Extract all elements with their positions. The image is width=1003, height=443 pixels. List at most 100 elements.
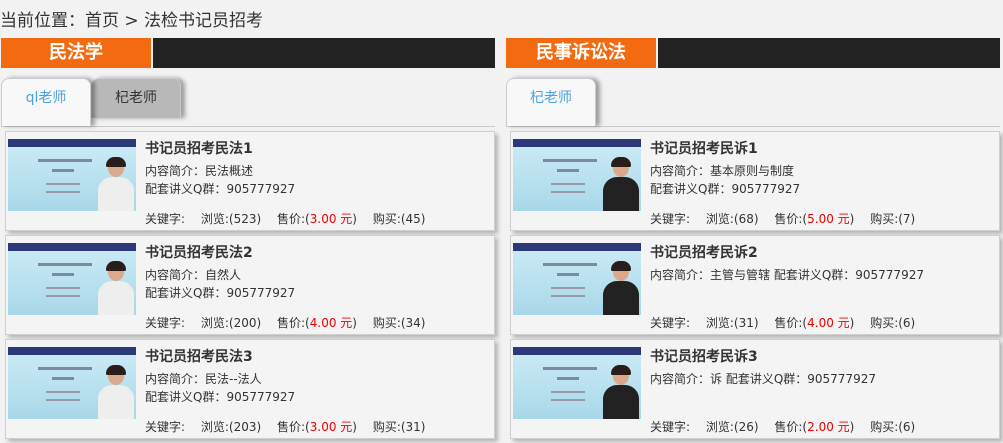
price-value: 4.00 元 (807, 316, 850, 330)
course-title[interactable]: 书记员招考民诉1 (650, 138, 758, 158)
course-qq-group: 配套讲义Q群：905777927 (145, 390, 296, 404)
course-thumbnail[interactable] (8, 243, 136, 315)
section-header-bar (658, 38, 1000, 68)
price-info: 售价:(5.00 元) (774, 212, 854, 226)
price-label: 售价:( (774, 316, 808, 330)
price-value: 4.00 元 (309, 316, 353, 330)
course-intro: 内容简介：自然人 (145, 268, 242, 282)
course-list: 书记员招考民诉1 内容简介：基本原则与制度 配套讲义Q群：905777927 关… (506, 126, 1000, 439)
price-end: ) (352, 316, 357, 330)
purchase-count: 购买:(31) (372, 420, 426, 434)
purchase-count: 购买:(45) (372, 212, 426, 226)
course-meta: 关键字: 浏览:(31) 售价:(4.00 元) 购买:(6) (650, 314, 927, 331)
course-description: 内容简介：民法--法人 配套讲义Q群：905777927 (145, 370, 295, 406)
course-thumbnail[interactable] (513, 243, 641, 315)
price-value: 3.00 元 (309, 212, 353, 226)
keyword-label: 关键字: (145, 316, 186, 330)
section-civil-law: 民法学 ql老师 杞老师 书记员招考民法1 内容简介：民法概述 配套讲义Q群：90… (1, 38, 495, 443)
teacher-photo (96, 261, 136, 315)
view-count: 浏览:(31) (705, 316, 759, 330)
list-item[interactable]: 书记员招考民诉2 内容简介：主管与管辖 配套讲义Q群：905777927 关键字… (510, 235, 1000, 335)
course-thumbnail[interactable] (8, 139, 136, 211)
keyword-label: 关键字: (145, 420, 186, 434)
keyword-label: 关键字: (650, 316, 691, 330)
purchase-count: 购买:(6) (870, 420, 916, 434)
tab-teacher[interactable]: ql老师 (1, 78, 91, 126)
price-value: 2.00 元 (807, 420, 850, 434)
list-item[interactable]: 书记员招考民法2 内容简介：自然人 配套讲义Q群：905777927 关键字: … (5, 235, 495, 335)
price-end: ) (849, 420, 855, 434)
course-thumbnail[interactable] (513, 139, 641, 211)
course-meta: 关键字: 浏览:(26) 售价:(2.00 元) 购买:(6) (650, 418, 927, 435)
course-qq-group: 配套讲义Q群：905777927 (650, 182, 801, 196)
section-header: 民法学 (1, 38, 495, 68)
list-item[interactable]: 书记员招考民诉1 内容简介：基本原则与制度 配套讲义Q群：905777927 关… (510, 131, 1000, 231)
price-end: ) (849, 316, 855, 330)
keyword-label: 关键字: (650, 212, 691, 226)
course-description: 内容简介：民法概述 配套讲义Q群：905777927 (145, 162, 295, 198)
course-intro: 内容简介：民法概述 (145, 164, 254, 178)
section-header: 民事诉讼法 (506, 38, 1000, 68)
price-label: 售价:( (277, 212, 310, 226)
course-title[interactable]: 书记员招考民诉3 (650, 346, 758, 366)
course-title[interactable]: 书记员招考民诉2 (650, 242, 758, 262)
course-qq-group: 配套讲义Q群：905777927 (145, 286, 296, 300)
section-title: 民事诉讼法 (506, 38, 656, 68)
purchase-count: 购买:(7) (870, 212, 916, 226)
course-meta: 关键字: 浏览:(523) 售价:(3.00 元) 购买:(45) (145, 210, 438, 227)
teacher-photo (96, 157, 136, 211)
course-title[interactable]: 书记员招考民法1 (145, 138, 253, 158)
teacher-photo (601, 261, 641, 315)
course-meta: 关键字: 浏览:(200) 售价:(4.00 元) 购买:(34) (145, 314, 438, 331)
course-meta: 关键字: 浏览:(203) 售价:(3.00 元) 购买:(31) (145, 418, 438, 435)
price-label: 售价:( (277, 316, 310, 330)
tab-teacher[interactable]: 杞老师 (91, 78, 181, 118)
tab-teacher[interactable]: 杞老师 (506, 78, 596, 126)
course-thumbnail[interactable] (8, 347, 136, 419)
price-end: ) (352, 212, 357, 226)
price-label: 售价:( (774, 212, 808, 226)
price-info: 售价:(3.00 元) (277, 420, 357, 434)
teacher-photo (601, 157, 641, 211)
teacher-photo (96, 365, 136, 419)
course-thumbnail[interactable] (513, 347, 641, 419)
price-label: 售价:( (774, 420, 808, 434)
price-label: 售价:( (277, 420, 310, 434)
view-count: 浏览:(26) (705, 420, 759, 434)
list-item[interactable]: 书记员招考民法1 内容简介：民法概述 配套讲义Q群：905777927 关键字:… (5, 131, 495, 231)
course-description: 内容简介：基本原则与制度 配套讲义Q群：905777927 (650, 162, 800, 198)
course-title[interactable]: 书记员招考民法3 (145, 346, 253, 366)
course-description: 内容简介：诉 配套讲义Q群：905777927 (650, 370, 876, 388)
course-description: 内容简介：自然人 配套讲义Q群：905777927 (145, 266, 295, 302)
course-list: 书记员招考民法1 内容简介：民法概述 配套讲义Q群：905777927 关键字:… (1, 126, 495, 439)
view-count: 浏览:(68) (705, 212, 759, 226)
price-info: 售价:(2.00 元) (774, 420, 854, 434)
section-title: 民法学 (1, 38, 151, 68)
teacher-tabs: 杞老师 (506, 78, 1000, 126)
price-end: ) (352, 420, 357, 434)
view-count: 浏览:(200) (200, 316, 262, 330)
price-value: 3.00 元 (309, 420, 353, 434)
course-title[interactable]: 书记员招考民法2 (145, 242, 253, 262)
course-intro: 内容简介：诉 配套讲义Q群：905777927 (650, 372, 876, 386)
view-count: 浏览:(523) (200, 212, 262, 226)
section-civil-procedure: 民事诉讼法 杞老师 书记员招考民诉1 内容简介：基本原则与制度 配套讲义Q群：9… (506, 38, 1000, 443)
teacher-photo (601, 365, 641, 419)
course-meta: 关键字: 浏览:(68) 售价:(5.00 元) 购买:(7) (650, 210, 927, 227)
section-header-bar (153, 38, 495, 68)
view-count: 浏览:(203) (200, 420, 262, 434)
keyword-label: 关键字: (650, 420, 691, 434)
teacher-tabs: ql老师 杞老师 (1, 78, 495, 126)
course-intro: 内容简介：主管与管辖 配套讲义Q群：905777927 (650, 268, 924, 282)
course-intro: 内容简介：民法--法人 (145, 372, 262, 386)
price-info: 售价:(4.00 元) (277, 316, 357, 330)
course-qq-group: 配套讲义Q群：905777927 (145, 182, 296, 196)
price-info: 售价:(4.00 元) (774, 316, 854, 330)
price-info: 售价:(3.00 元) (277, 212, 357, 226)
purchase-count: 购买:(6) (870, 316, 916, 330)
purchase-count: 购买:(34) (372, 316, 426, 330)
list-item[interactable]: 书记员招考民诉3 内容简介：诉 配套讲义Q群：905777927 关键字: 浏览… (510, 339, 1000, 439)
list-item[interactable]: 书记员招考民法3 内容简介：民法--法人 配套讲义Q群：905777927 关键… (5, 339, 495, 439)
course-description: 内容简介：主管与管辖 配套讲义Q群：905777927 (650, 266, 924, 284)
course-intro: 内容简介：基本原则与制度 (650, 164, 795, 178)
